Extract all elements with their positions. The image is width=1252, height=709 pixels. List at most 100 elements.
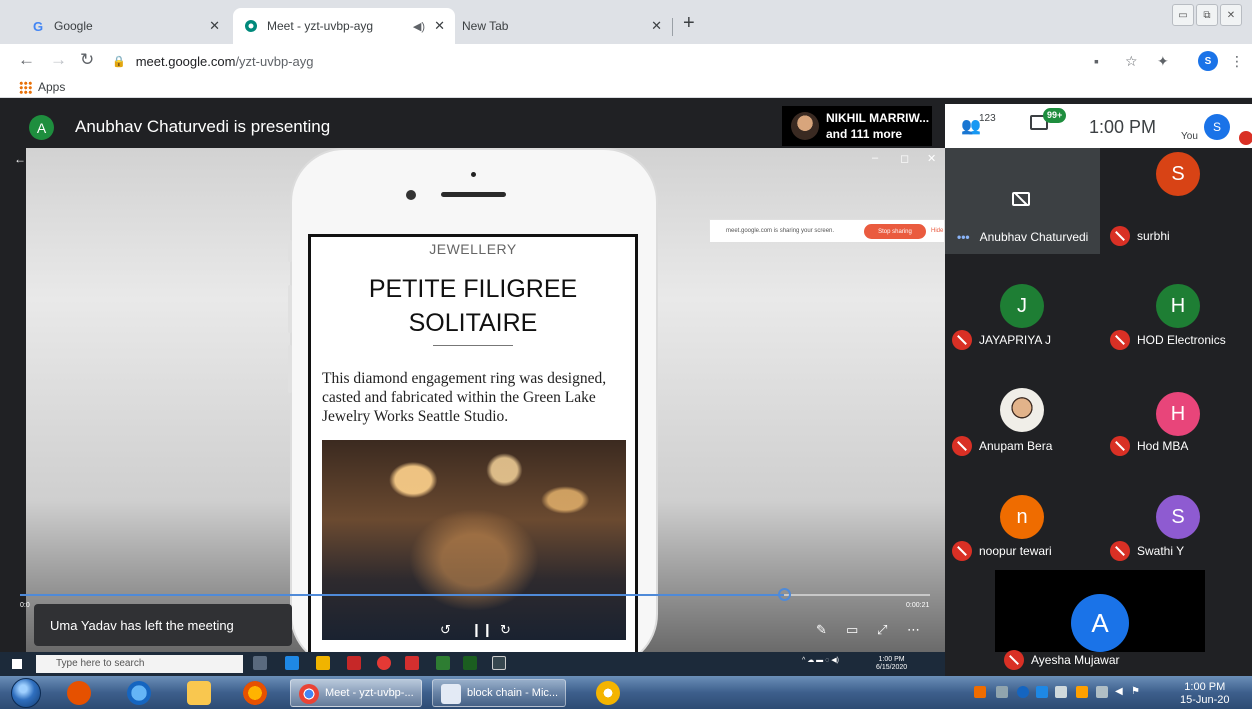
- participant-name: surbhi: [1137, 229, 1170, 243]
- remote-taskview-icon: [253, 656, 267, 670]
- participant-avatar: H: [1156, 392, 1200, 436]
- remote-media-icon: [492, 656, 506, 670]
- bookmark-star-icon[interactable]: ☆: [1125, 53, 1138, 70]
- profile-avatar[interactable]: S: [1198, 51, 1218, 71]
- hide-button[interactable]: Hide: [931, 228, 943, 234]
- address-bar[interactable]: 🔒 meet.google.com/yzt-uvbp-ayg: [112, 50, 1172, 72]
- captions-icon[interactable]: ▭: [846, 622, 858, 638]
- taskbar-word-doc[interactable]: block chain - Mic...: [432, 679, 566, 707]
- remote-mail-icon: [285, 656, 299, 670]
- minimize-button[interactable]: ▭: [1172, 4, 1194, 26]
- muted-mic-icon: [952, 436, 972, 456]
- apps-grid-icon[interactable]: [19, 81, 32, 94]
- rewind-10-icon[interactable]: ↺: [440, 622, 451, 638]
- start-button[interactable]: [11, 678, 41, 708]
- remote-clock-date: 6/15/2020: [876, 664, 908, 671]
- word-document-icon: [441, 684, 461, 704]
- taskbar-chrome-meet[interactable]: Meet - yzt-uvbp-...: [290, 679, 422, 707]
- close-tab-icon[interactable]: ✕: [209, 18, 220, 34]
- pause-icon[interactable]: ❙❙: [471, 622, 493, 638]
- tray-network-icon[interactable]: [996, 686, 1008, 698]
- video-restore-icon[interactable]: ◻: [900, 152, 909, 165]
- google-icon: G: [32, 18, 44, 34]
- firefox-icon[interactable]: [243, 681, 267, 705]
- fullscreen-icon[interactable]: ⤢: [877, 622, 887, 638]
- tab-new[interactable]: New Tab ✕: [452, 8, 672, 44]
- pinned-name-text: NIKHIL MARRIW...: [826, 111, 930, 125]
- stage-left-strip: [0, 148, 26, 652]
- tray-signal-icon[interactable]: [1055, 686, 1067, 698]
- tray-app-icon[interactable]: [974, 686, 986, 698]
- tab-google[interactable]: G Google ✕: [20, 8, 230, 44]
- remote-app-icon: [436, 656, 450, 670]
- chat-badge: 99+: [1043, 108, 1067, 123]
- taskbar-clock[interactable]: 1:00 PM 15-Jun-20: [1180, 681, 1230, 707]
- tray-volume-icon[interactable]: ◀: [1115, 686, 1127, 698]
- you-label: You: [1181, 131, 1198, 142]
- new-tab-button[interactable]: +: [683, 12, 695, 35]
- participant-name: JAYAPRIYA J: [979, 333, 1052, 347]
- more-options-icon[interactable]: ⋯: [907, 622, 920, 638]
- tab-meet[interactable]: Meet - yzt-uvbp-ayg ◀) ✕: [233, 8, 455, 44]
- self-avatar[interactable]: S: [1204, 114, 1230, 140]
- tray-security-icon[interactable]: [1076, 686, 1088, 698]
- people-icon[interactable]: 👥: [961, 116, 981, 136]
- left-meeting-toast: Uma Yadav has left the meeting: [34, 604, 292, 646]
- speaking-indicator-icon: •••: [957, 230, 970, 244]
- tray-bluetooth-icon[interactable]: [1017, 686, 1029, 698]
- file-explorer-icon[interactable]: [187, 681, 211, 705]
- meet-icon: [243, 18, 259, 34]
- clock-time: 1:00 PM: [1184, 681, 1226, 693]
- tab-title: Google: [54, 19, 93, 33]
- internet-explorer-icon[interactable]: [127, 681, 151, 705]
- back-button[interactable]: ←: [18, 50, 35, 70]
- camera-blocked-icon[interactable]: ▪: [1094, 53, 1099, 69]
- pinned-more-text: and 111 more: [826, 127, 903, 141]
- pen-icon[interactable]: ✎: [816, 622, 827, 638]
- remote-clock: 1:00 PM 6/15/2020: [876, 656, 907, 672]
- close-tab-icon[interactable]: ✕: [434, 18, 445, 34]
- remote-tray-icons: ^ ☁ ▬ ◌ ◀): [802, 657, 839, 664]
- video-close-icon[interactable]: ✕: [927, 152, 936, 165]
- remote-start-icon: [12, 659, 22, 669]
- camera-off-icon: [1012, 192, 1030, 206]
- url-path: /yzt-uvbp-ayg: [235, 53, 314, 69]
- audio-playing-icon[interactable]: ◀): [413, 20, 425, 33]
- lock-icon[interactable]: 🔒: [112, 55, 126, 68]
- remote-folder-icon: [316, 656, 330, 670]
- phone-speaker: [441, 192, 506, 197]
- remote-shield-icon: [405, 656, 419, 670]
- tray-word-icon[interactable]: [1036, 686, 1048, 698]
- participant-avatar: n: [1000, 495, 1044, 539]
- participant-name: noopur tewari: [979, 544, 1052, 558]
- video-time-elapsed: 0:0: [20, 602, 30, 609]
- stop-sharing-button[interactable]: Stop sharing: [864, 224, 926, 239]
- tray-display-icon[interactable]: [1096, 686, 1108, 698]
- extension-icon[interactable]: ✦: [1157, 53, 1169, 70]
- muted-mic-icon: [952, 541, 972, 561]
- participant-name-tile: HOD Electronics: [1110, 330, 1226, 350]
- video-minimize-icon[interactable]: –: [872, 152, 878, 164]
- muted-mic-icon: [1110, 541, 1130, 561]
- tray-flag-icon[interactable]: ⚑: [1131, 686, 1143, 698]
- tab-title: Meet - yzt-uvbp-ayg: [267, 19, 374, 33]
- media-player-icon[interactable]: [67, 681, 91, 705]
- uc-browser-icon[interactable]: [596, 681, 620, 705]
- menu-kebab-icon[interactable]: ⋮: [1230, 53, 1244, 70]
- forward-button[interactable]: →: [50, 50, 67, 70]
- stage-back-icon[interactable]: ←: [14, 152, 26, 166]
- reload-button[interactable]: ↻: [80, 50, 94, 70]
- close-tab-icon[interactable]: ✕: [651, 18, 662, 34]
- forward-30-icon[interactable]: ↻: [500, 622, 511, 638]
- close-window-button[interactable]: ✕: [1220, 4, 1242, 26]
- apps-shortcut[interactable]: Apps: [38, 80, 65, 94]
- address-toolbar: ← → ↻ 🔒 meet.google.com/yzt-uvbp-ayg ▪ ☆…: [0, 44, 1252, 76]
- pinned-participant-photo: [791, 112, 819, 140]
- self-muted-icon: [1239, 131, 1252, 145]
- sharing-notice-text: meet.google.com is sharing your screen.: [726, 228, 835, 234]
- participant-avatar: H: [1156, 284, 1200, 328]
- maximize-button[interactable]: ⧉: [1196, 4, 1218, 26]
- remote-powerpoint-icon: [347, 656, 361, 670]
- participant-avatar: A: [1071, 594, 1129, 652]
- remote-excel-icon: [463, 656, 477, 670]
